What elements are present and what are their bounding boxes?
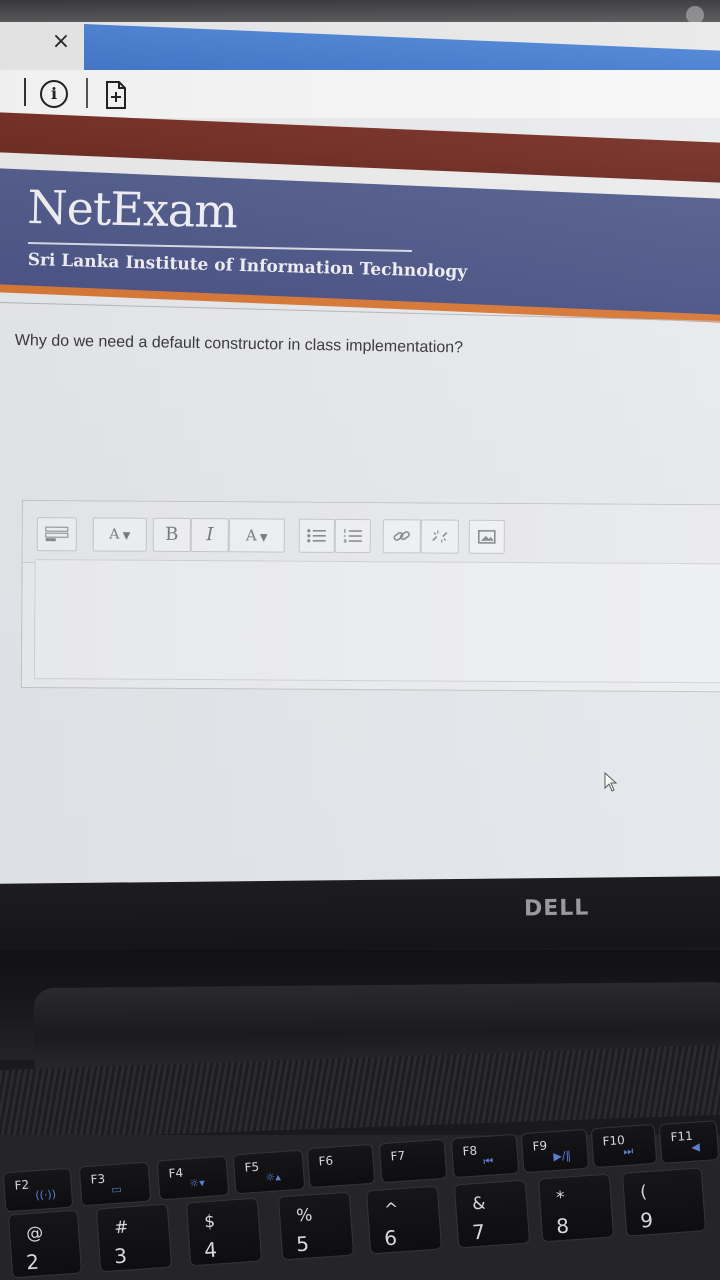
key-2[interactable]: @2 bbox=[7, 1209, 83, 1279]
play-pause-icon: ▶/‖ bbox=[552, 1148, 572, 1164]
bold-icon[interactable]: B bbox=[152, 517, 191, 553]
address-bar-divider bbox=[24, 78, 26, 106]
tab-close-icon[interactable]: × bbox=[46, 30, 76, 54]
key-8[interactable]: * 8 bbox=[537, 1173, 615, 1243]
key-f11[interactable]: F11 ◀ bbox=[658, 1120, 720, 1164]
italic-icon[interactable]: I bbox=[190, 518, 229, 553]
answer-editor: A ▼ B I A ▼ bbox=[20, 500, 720, 693]
screen-top-bezel bbox=[0, 0, 720, 22]
brightness-up-icon: ☼▴ bbox=[264, 1170, 282, 1185]
address-bar-divider bbox=[86, 78, 88, 108]
battery-icon: ▭ bbox=[110, 1182, 123, 1197]
dell-logo: DELL bbox=[523, 895, 590, 922]
next-track-icon: ⏭ bbox=[622, 1144, 634, 1159]
image-icon[interactable] bbox=[468, 519, 505, 554]
unlink-icon[interactable] bbox=[420, 519, 459, 554]
key-f7[interactable]: F7 bbox=[378, 1138, 448, 1184]
key-f3[interactable]: F3 ▭ bbox=[78, 1161, 152, 1207]
screen-bottom-bezel bbox=[0, 876, 720, 954]
previous-track-icon: ⏮ bbox=[482, 1154, 494, 1169]
paragraph-style-icon[interactable]: A ▼ bbox=[92, 517, 147, 552]
brightness-down-icon: ☼▾ bbox=[188, 1176, 206, 1191]
key-f9[interactable]: F9 ▶/‖ bbox=[520, 1128, 590, 1174]
editor-toolbar: A ▼ B I A ▼ bbox=[22, 501, 720, 568]
mute-icon: ◀ bbox=[690, 1140, 701, 1154]
unordered-list-icon[interactable] bbox=[298, 518, 335, 553]
brand-title: NetExam bbox=[26, 180, 238, 239]
link-icon[interactable] bbox=[382, 519, 421, 554]
key-7[interactable]: & 7 bbox=[453, 1179, 531, 1249]
font-color-icon[interactable]: A ▼ bbox=[228, 518, 285, 553]
key-f5[interactable]: F5 ☼▴ bbox=[232, 1149, 306, 1195]
key-3[interactable]: #3 bbox=[95, 1203, 173, 1273]
key-f10[interactable]: F10 ⏭ bbox=[590, 1123, 658, 1169]
new-page-icon[interactable] bbox=[104, 80, 128, 110]
laptop-screen: × i NetExam Sri Lanka Institute of Infor… bbox=[0, 0, 720, 885]
ordered-list-icon[interactable] bbox=[334, 518, 371, 554]
key-4[interactable]: $4 bbox=[185, 1197, 263, 1267]
site-info-icon[interactable]: i bbox=[40, 80, 68, 108]
answer-text-area[interactable] bbox=[33, 559, 720, 684]
key-9[interactable]: (9 bbox=[621, 1167, 707, 1237]
key-f6[interactable]: F6 bbox=[306, 1143, 376, 1189]
key-5[interactable]: % 5 bbox=[277, 1191, 355, 1261]
key-f8[interactable]: F8 ⏮ bbox=[450, 1133, 520, 1179]
toolbar-toggle-icon[interactable] bbox=[36, 517, 77, 552]
key-f4[interactable]: F4 ☼▾ bbox=[156, 1155, 230, 1201]
key-f2[interactable]: F2 ((·)) bbox=[2, 1167, 74, 1213]
key-6[interactable]: ^ 6 bbox=[365, 1185, 443, 1255]
wireless-icon: ((·)) bbox=[34, 1187, 57, 1203]
mouse-cursor-icon bbox=[604, 772, 618, 792]
